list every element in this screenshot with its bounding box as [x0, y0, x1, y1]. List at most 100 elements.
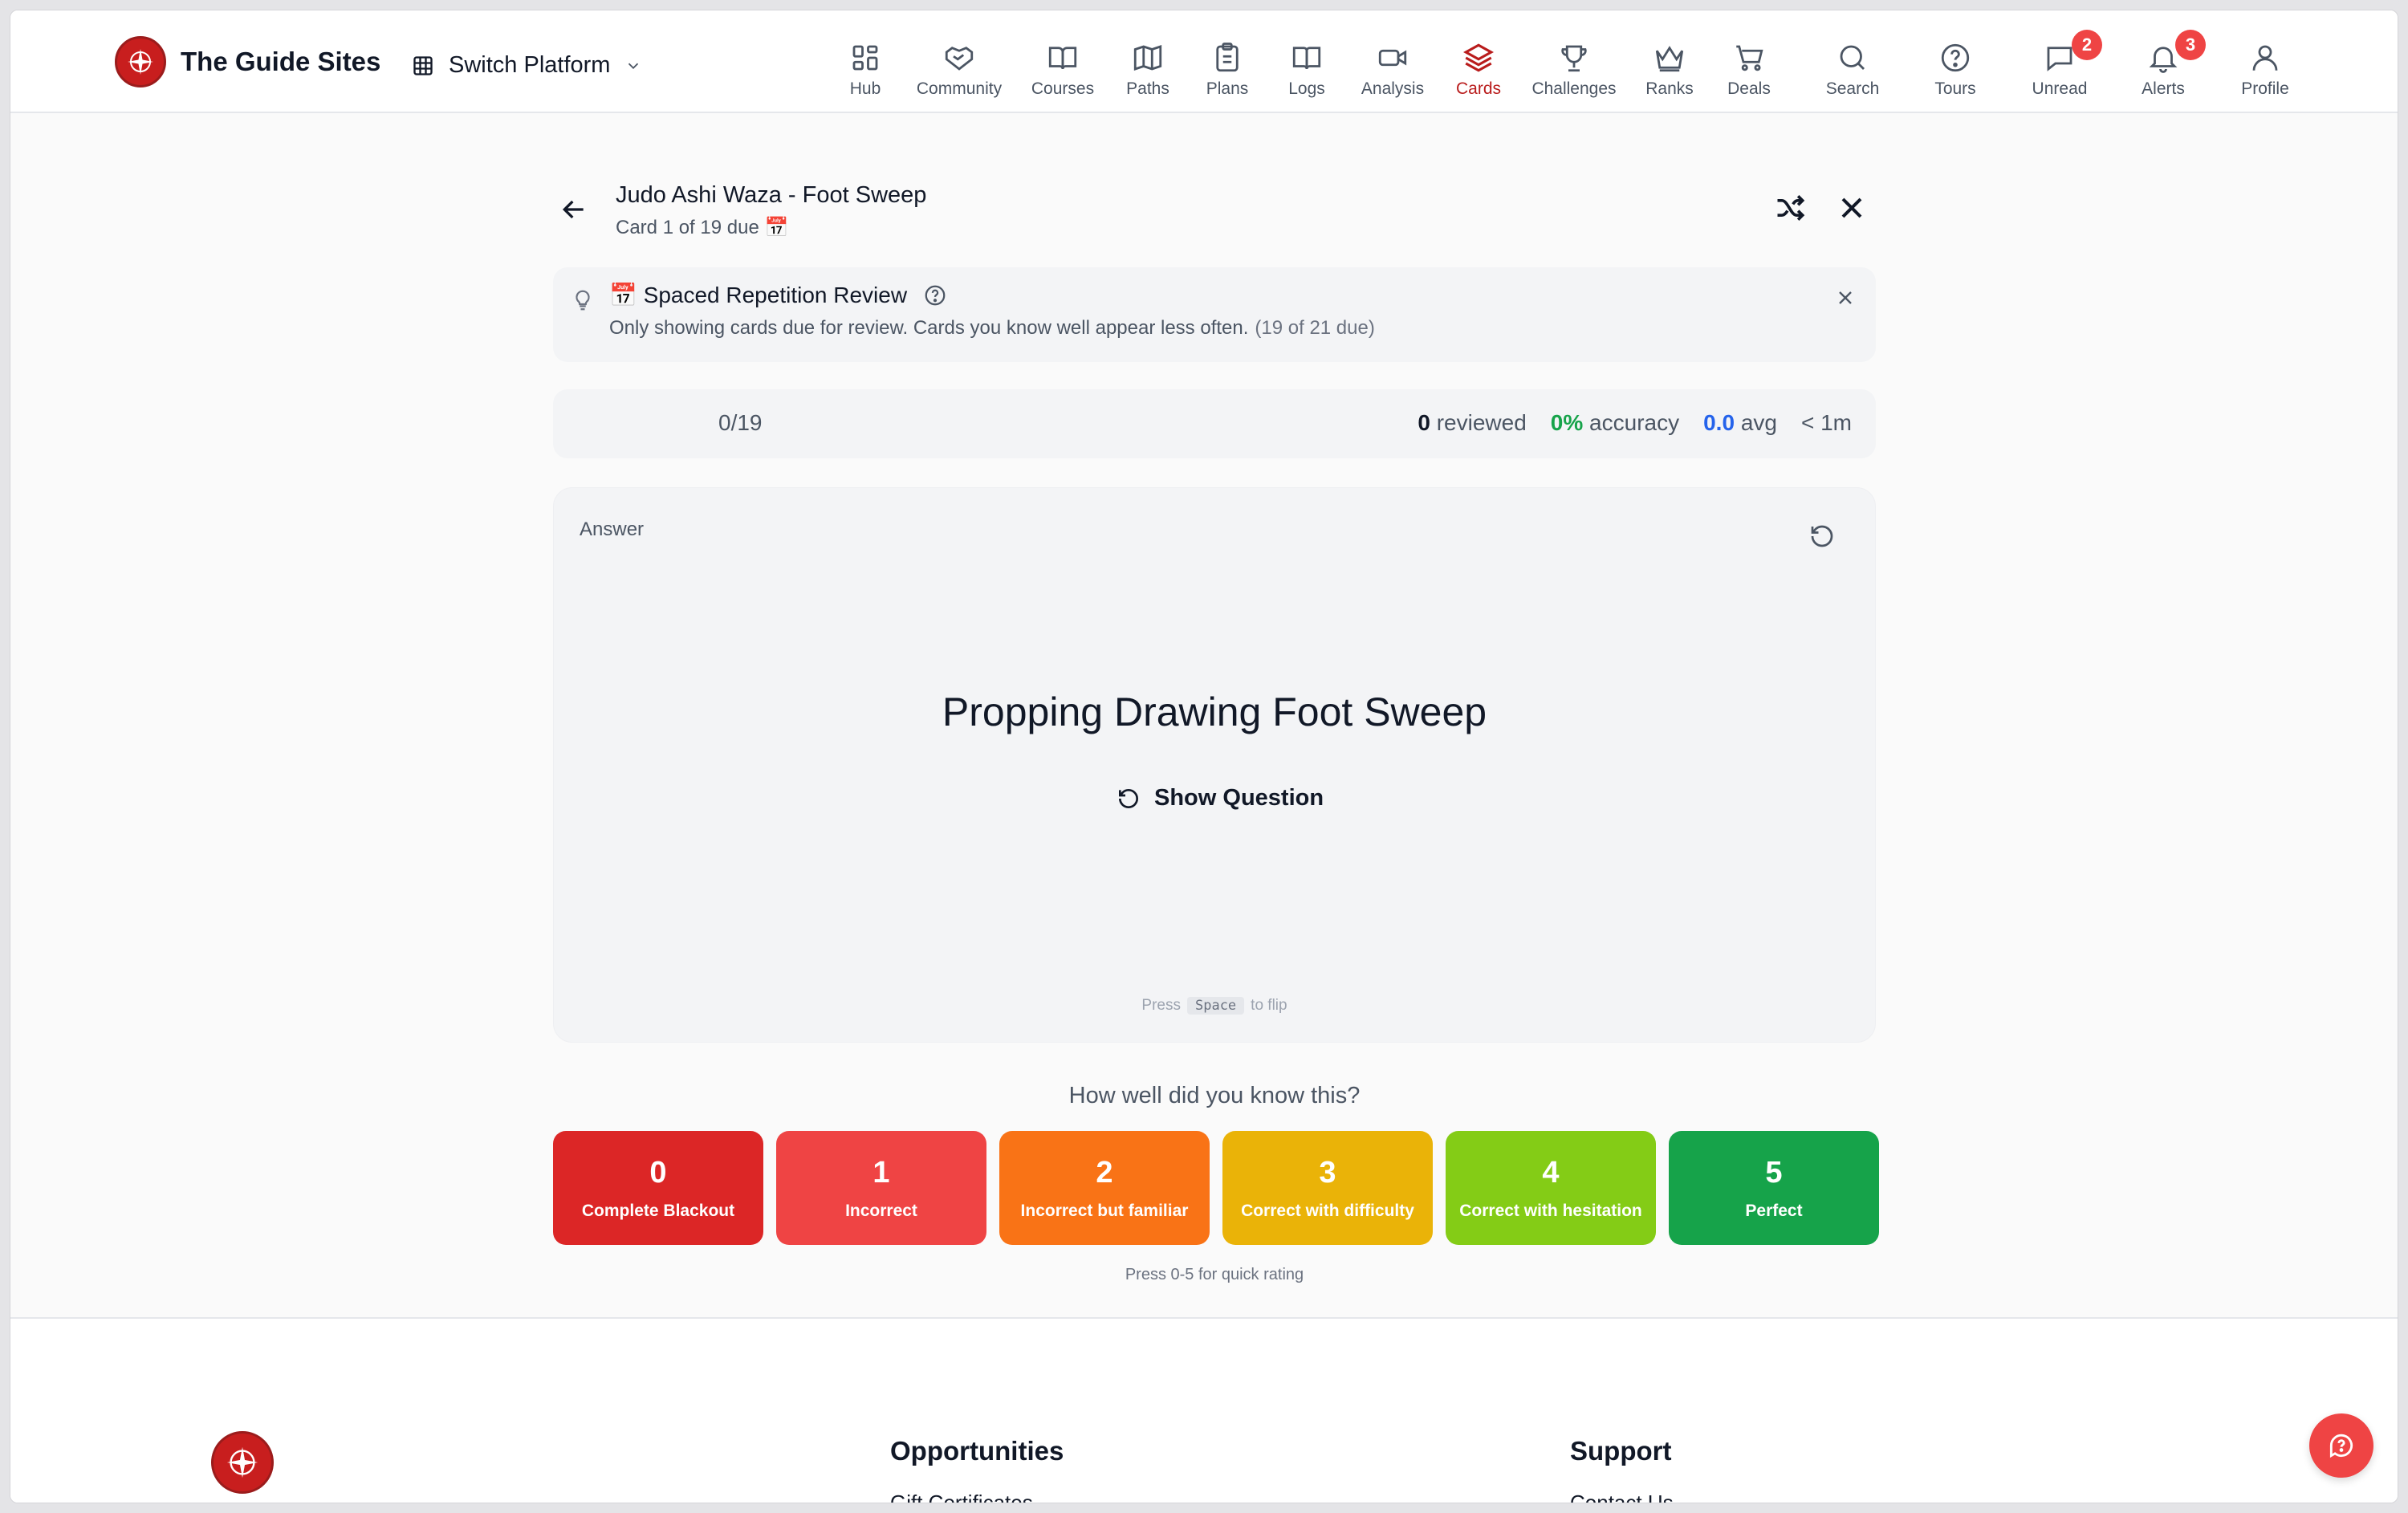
rating-value: 2 — [1096, 1155, 1113, 1190]
notice-title-row: 📅 Spaced Repetition Review — [609, 282, 947, 308]
shuffle-icon[interactable] — [1773, 190, 1808, 226]
nav-label: Logs — [1288, 79, 1325, 98]
cart-icon — [1736, 45, 1763, 71]
nav-label: Hub — [849, 79, 881, 98]
nav-label: Deals — [1727, 79, 1771, 98]
show-question-label: Show Question — [1154, 785, 1324, 811]
reviewed-stat: 0 reviewed — [1418, 410, 1526, 436]
clipboard-icon — [1216, 43, 1239, 72]
avg-stat: 0.0 avg — [1703, 410, 1777, 436]
rating-button-5[interactable]: 5 Perfect — [1669, 1131, 1879, 1245]
rating-question: How well did you know this? — [1068, 1083, 1361, 1108]
nav-cards[interactable]: Cards — [1426, 33, 1531, 105]
avg-value: 0.0 — [1703, 410, 1735, 435]
due-count: (19 of 21 due) — [1255, 317, 1375, 339]
brand[interactable]: The Guide Sites — [115, 36, 380, 87]
nav-label: Cards — [1455, 79, 1502, 98]
rating-label: Incorrect but familiar — [1020, 1201, 1189, 1220]
user-icon — [2252, 45, 2278, 71]
nav-search[interactable]: Search — [1800, 33, 1905, 105]
handshake-icon — [945, 47, 974, 71]
rating-value: 0 — [649, 1155, 667, 1190]
nav-challenges[interactable]: Challenges — [1522, 33, 1626, 105]
hint-prefix: Press — [1141, 997, 1181, 1014]
nav-label: Profile — [2241, 79, 2289, 98]
close-icon[interactable] — [1834, 190, 1869, 226]
nav-hub[interactable]: Hub — [813, 33, 917, 105]
show-question-button[interactable]: Show Question — [1116, 785, 1324, 811]
logo-icon — [115, 36, 166, 87]
help-circle-icon — [1941, 43, 1970, 72]
rating-button-1[interactable]: 1 Incorrect — [776, 1131, 986, 1245]
nav-label: Ranks — [1645, 79, 1694, 98]
spaced-repetition-notice: 📅 Spaced Repetition Review Only showing … — [553, 267, 1876, 362]
rating-buttons: 0 Complete Blackout 1 Incorrect 2 Incorr… — [553, 1131, 1879, 1245]
deck-title: Judo Ashi Waza - Foot Sweep — [616, 182, 927, 208]
nav-unread[interactable]: Unread 2 — [2007, 30, 2112, 105]
footer-link-contact-us[interactable]: Contact Us — [1570, 1491, 1674, 1503]
help-circle-icon[interactable] — [923, 283, 947, 307]
nav-profile[interactable]: Profile — [2213, 33, 2317, 105]
crown-icon — [1655, 46, 1684, 72]
book-icon — [1292, 47, 1321, 70]
book-open-icon — [1048, 47, 1077, 70]
app-window: The Guide Sites Switch Platform Hub Comm… — [10, 10, 2398, 1503]
lightbulb-icon — [576, 290, 590, 311]
video-icon — [1378, 49, 1407, 67]
rating-value: 1 — [872, 1155, 890, 1190]
reviewed-label: reviewed — [1436, 410, 1527, 435]
nav-tours[interactable]: Tours — [1903, 33, 2007, 105]
rating-label: Correct with difficulty — [1241, 1201, 1414, 1220]
rating-value: 4 — [1542, 1155, 1560, 1190]
rating-value: 3 — [1319, 1155, 1336, 1190]
top-navigation-bar: The Guide Sites Switch Platform Hub Comm… — [10, 10, 2398, 113]
accuracy-label: accuracy — [1589, 410, 1680, 435]
chat-support-button[interactable] — [2309, 1413, 2373, 1478]
accuracy-stat: 0% accuracy — [1551, 410, 1679, 436]
rating-button-2[interactable]: 2 Incorrect but familiar — [999, 1131, 1210, 1245]
arrow-left-icon[interactable] — [558, 193, 590, 226]
chat-help-icon — [2329, 1434, 2353, 1458]
footer-heading-support: Support — [1570, 1436, 1672, 1466]
nav-community[interactable]: Community — [907, 33, 1011, 105]
nav-label: Paths — [1126, 79, 1169, 98]
footer-link-gift-certificates[interactable]: Gift Certificates — [890, 1491, 1033, 1503]
notice-title: 📅 Spaced Repetition Review — [609, 283, 908, 307]
elapsed-time: < 1m — [1800, 410, 1852, 435]
rating-button-3[interactable]: 3 Correct with difficulty — [1222, 1131, 1433, 1245]
switch-platform-button[interactable]: Switch Platform — [412, 52, 642, 79]
rating-label: Incorrect — [845, 1201, 917, 1220]
nav-label: Courses — [1031, 79, 1095, 98]
rating-label: Correct with hesitation — [1459, 1201, 1642, 1220]
nav-label: Search — [1825, 79, 1880, 98]
unread-count-badge: 2 — [2072, 30, 2102, 60]
brand-name: The Guide Sites — [181, 47, 381, 76]
progress-text: 0/19 — [718, 410, 763, 435]
rating-hint: Press 0-5 for quick rating — [1125, 1266, 1304, 1283]
grid-icon — [413, 55, 433, 75]
layers-icon — [1463, 43, 1494, 72]
stats-summary: 0 reviewed 0% accuracy 0.0 avg < 1m — [1354, 410, 1876, 436]
switch-platform-label: Switch Platform — [449, 52, 611, 78]
map-icon — [1133, 45, 1162, 71]
rotate-ccw-icon[interactable] — [1808, 522, 1837, 551]
nav-label: Challenges — [1531, 79, 1617, 98]
close-icon[interactable] — [1834, 287, 1857, 309]
hint-suffix: to flip — [1251, 997, 1287, 1014]
notice-description: Only showing cards due for review. Cards… — [609, 317, 1375, 340]
nav-alerts[interactable]: Alerts 3 — [2111, 30, 2215, 105]
card-content: Propping Drawing Foot Sweep — [942, 689, 1487, 734]
logo-icon[interactable] — [211, 1431, 274, 1494]
trophy-icon — [1561, 45, 1587, 72]
flashcard[interactable]: Answer Propping Drawing Foot Sweep Show … — [553, 487, 1876, 1043]
nav-deals[interactable]: Deals — [1697, 33, 1801, 105]
footer-heading-opportunities: Opportunities — [890, 1436, 1064, 1466]
chevron-down-icon — [628, 63, 639, 69]
nav-label: Alerts — [2142, 79, 2185, 98]
review-stats-bar: 0/19 0 reviewed 0% accuracy 0.0 avg < 1m — [553, 389, 1876, 458]
rotate-ccw-icon — [1119, 788, 1138, 808]
rating-button-4[interactable]: 4 Correct with hesitation — [1446, 1131, 1656, 1245]
search-icon — [1840, 45, 1865, 70]
footer: Opportunities Gift Certificates Support … — [10, 1317, 2398, 1503]
rating-button-0[interactable]: 0 Complete Blackout — [553, 1131, 763, 1245]
